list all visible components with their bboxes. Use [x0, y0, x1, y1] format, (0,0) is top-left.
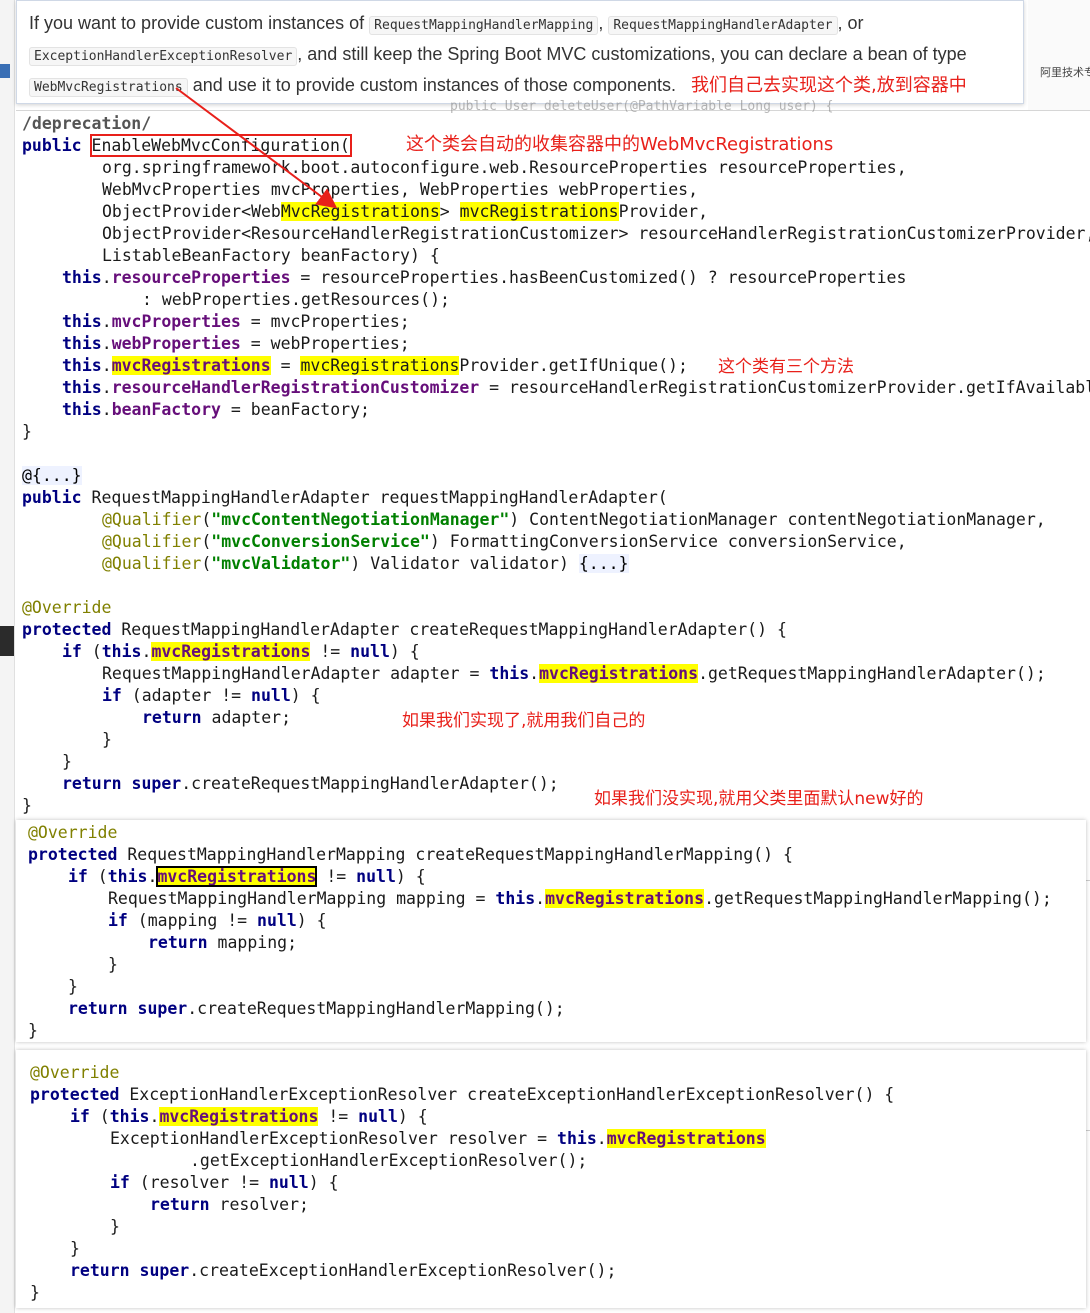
code-line: @Override: [28, 823, 118, 842]
code-line: protected ExceptionHandlerExceptionResol…: [30, 1085, 895, 1104]
doc-annotation-note: 我们自己去实现这个类,放到容器中: [691, 75, 967, 96]
code-line: }: [62, 752, 72, 771]
code-line: .getExceptionHandlerExceptionResolver();: [190, 1151, 588, 1170]
doc-text: If you want to provide custom instances …: [29, 13, 370, 33]
code-line: protected RequestMappingHandlerAdapter c…: [22, 620, 787, 639]
code-line: ExceptionHandlerExceptionResolver resolv…: [110, 1129, 766, 1148]
background-code-line: public User deleteUser(@PathVariable Lon…: [450, 99, 834, 114]
doc-code-mapping: RequestMappingHandlerMapping: [369, 16, 599, 35]
code-line: if (mapping != null) {: [108, 911, 327, 930]
code-line: this.mvcProperties = mvcProperties;: [62, 312, 410, 331]
code-line: RequestMappingHandlerAdapter adapter = t…: [102, 664, 1046, 683]
background-dark-tab: [0, 626, 14, 656]
code-line: }: [28, 1021, 38, 1040]
code-line: if (this.mvcRegistrations != null) {: [70, 1107, 428, 1126]
doc-code-resolver: ExceptionHandlerExceptionResolver: [29, 47, 298, 66]
code-line: org.springframework.boot.autoconfigure.w…: [102, 158, 907, 177]
annotation-use-own: 如果我们实现了,就用我们自己的: [402, 711, 646, 731]
code-fold[interactable]: {...}: [578, 554, 629, 573]
code-panel-mapping: @Override protected RequestMappingHandle…: [16, 820, 1086, 1042]
constructor-name-box: EnableWebMvcConfiguration(: [89, 134, 352, 157]
code-fold[interactable]: @{...}: [22, 465, 82, 487]
code-line: protected RequestMappingHandlerMapping c…: [28, 845, 793, 864]
background-badge: [0, 64, 10, 78]
code-line: @Qualifier("mvcContentNegotiationManager…: [102, 510, 1046, 529]
code-line: @Override: [30, 1063, 120, 1082]
doc-text: and use it to provide custom instances o…: [187, 75, 676, 95]
code-line: return resolver;: [150, 1195, 309, 1214]
code-line: if (adapter != null) {: [102, 686, 321, 705]
code-line: @Qualifier("mvcValidator") Validator val…: [102, 554, 629, 573]
background-header-right: [1028, 0, 1090, 110]
code-line: return adapter;: [142, 708, 292, 727]
annotation-three-methods: 这个类有三个方法: [718, 357, 854, 377]
code-line: this.mvcRegistrations = mvcRegistrations…: [62, 356, 688, 375]
code-line: }: [30, 1283, 40, 1302]
code-line: @Override: [22, 598, 112, 617]
annotation-collects-registrations: 这个类会自动的收集容器中的WebMvcRegistrations: [406, 134, 834, 155]
code-line: @Qualifier("mvcConversionService") Forma…: [102, 532, 907, 551]
code-line: if (resolver != null) {: [110, 1173, 339, 1192]
code-line: ObjectProvider<WebMvcRegistrations> mvcR…: [102, 202, 708, 221]
code-line: : webProperties.getResources();: [142, 290, 450, 309]
code-line: if (this.mvcRegistrations != null) {: [62, 642, 420, 661]
code-line: }: [68, 977, 78, 996]
code-line: ObjectProvider<ResourceHandlerRegistrati…: [102, 224, 1090, 243]
code-line: /deprecation/: [22, 114, 152, 133]
code-line: this.beanFactory = beanFactory;: [62, 400, 370, 419]
code-line: return mapping;: [148, 933, 298, 952]
code-line: this.webProperties = webProperties;: [62, 334, 410, 353]
doc-code-registrations: WebMvcRegistrations: [29, 78, 188, 97]
doc-text: , and still keep the Spring Boot MVC cus…: [297, 44, 967, 64]
code-line: }: [110, 1217, 120, 1236]
code-line: }: [22, 796, 32, 815]
doc-text: ,: [598, 13, 609, 33]
code-line: }: [70, 1239, 80, 1258]
code-panel-resolver: @Override protected ExceptionHandlerExce…: [16, 1050, 1086, 1308]
background-sidebar: [0, 0, 15, 1313]
background-author-tag: 阿里技术专家: [1040, 66, 1090, 79]
code-line: WebMvcProperties mvcProperties, WebPrope…: [102, 180, 699, 199]
code-line: return super.createRequestMappingHandler…: [62, 774, 559, 793]
documentation-snippet: If you want to provide custom instances …: [16, 0, 1024, 104]
code-line: return super.createRequestMappingHandler…: [68, 999, 565, 1018]
annotation-use-default: 如果我们没实现,就用父类里面默认new好的: [594, 789, 924, 809]
doc-text: , or: [837, 13, 864, 33]
code-line: public EnableWebMvcConfiguration(: [22, 134, 352, 157]
code-line: this.resourceHandlerRegistrationCustomiz…: [62, 378, 1090, 397]
code-line: public RequestMappingHandlerAdapter requ…: [22, 488, 668, 507]
code-line: }: [108, 955, 118, 974]
code-line: this.resourceProperties = resourceProper…: [62, 268, 907, 287]
code-line: }: [102, 730, 112, 749]
doc-code-adapter: RequestMappingHandlerAdapter: [608, 16, 838, 35]
code-line: if (this.mvcRegistrations != null) {: [68, 866, 426, 887]
code-line: return super.createExceptionHandlerExcep…: [70, 1261, 617, 1280]
code-line: RequestMappingHandlerMapping mapping = t…: [108, 889, 1052, 908]
code-line: }: [22, 422, 32, 441]
code-line: ListableBeanFactory beanFactory) {: [102, 246, 440, 265]
